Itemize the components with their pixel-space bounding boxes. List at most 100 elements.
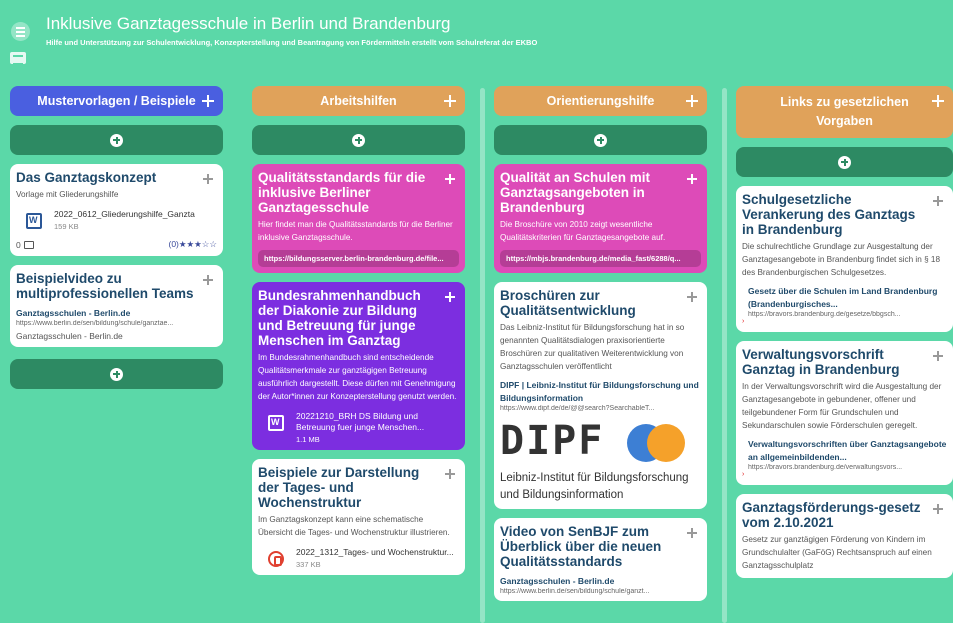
move-icon[interactable] [687, 174, 697, 184]
column-header[interactable]: Links zu gesetzlichen Vorgaben [736, 86, 953, 138]
logo-circle-orange [647, 424, 685, 462]
post-description: Im Ganztagskonzept kann eine schematisch… [258, 515, 450, 537]
board-layout-icon[interactable] [10, 52, 26, 65]
word-file-icon [268, 415, 284, 431]
pdf-file-icon [268, 551, 284, 567]
post-description: Das Leibniz-Institut für Bildungsforschu… [500, 323, 685, 371]
broken-image-icon: › [742, 318, 745, 325]
column-arbeitshilfen: Arbeitshilfen Qualitätsstandards für die… [252, 86, 465, 623]
move-icon[interactable] [445, 469, 455, 479]
post-card[interactable]: Qualität an Schulen mit Ganztagsangebote… [494, 164, 707, 273]
move-icon[interactable] [445, 292, 455, 302]
post-description: In der Verwaltungsvorschrift wird die Au… [742, 382, 942, 430]
add-post-button[interactable] [10, 125, 223, 155]
post-title: Verwaltungsvorschrift Ganztag in Branden… [742, 347, 900, 377]
attachment[interactable]: 2022_1312_Tages- und Wochenstruktur... 3… [258, 547, 459, 569]
board-header: Inklusive Ganztagesschule in Berlin und … [0, 0, 953, 80]
attachment-size: 1.1 MB [296, 435, 320, 444]
logo-subtitle: Leibniz-Institut für Bildungsforschung u… [500, 472, 689, 501]
post-title: Beispiele zur Darstellung der Tages- und… [258, 465, 420, 510]
broken-image[interactable]: Ganztagsschulen - Berlin.de [16, 331, 217, 341]
post-title: Bundesrahmenhandbuch der Diakonie zur Bi… [258, 288, 421, 348]
scrollbar[interactable] [480, 88, 485, 623]
post-footer: 0 (0)★★★☆☆ [16, 239, 217, 250]
attachment-size: 337 KB [296, 560, 321, 569]
link-title[interactable]: Verwaltungsvorschriften über Ganztagsang… [742, 438, 947, 464]
post-card[interactable]: Schulgesetzliche Verankerung des Ganztag… [736, 186, 953, 332]
link-url[interactable]: https://www.berlin.de/sen/bildung/schule… [500, 588, 701, 595]
move-icon[interactable] [932, 95, 944, 107]
plus-icon [352, 133, 365, 147]
board-subtitle: Hilfe und Unterstützung zur Schulentwick… [46, 38, 538, 47]
add-post-button[interactable] [494, 125, 707, 155]
post-card[interactable]: Beispielvideo zu multiprofessionellen Te… [10, 265, 223, 347]
dipf-logo[interactable]: DIPF Leibniz-Institut für Bildungsforsch… [500, 418, 701, 503]
post-description: Die schulrechtliche Grundlage zur Ausges… [742, 242, 941, 277]
post-card[interactable]: Bundesrahmenhandbuch der Diakonie zur Bi… [252, 282, 465, 450]
star-rating[interactable]: (0)★★★☆☆ [169, 239, 218, 250]
attachment[interactable]: 20221210_BRH DS Bildung und Betreuung fu… [258, 411, 459, 444]
link-title[interactable]: Ganztagsschulen - Berlin.de [16, 307, 217, 320]
post-card[interactable]: Verwaltungsvorschrift Ganztag in Branden… [736, 341, 953, 485]
board-title: Inklusive Ganztagesschule in Berlin und … [46, 14, 451, 33]
scrollbar[interactable] [722, 88, 727, 623]
post-card[interactable]: Video von SenBJF zum Überblick über die … [494, 518, 707, 601]
comment-icon [23, 240, 34, 249]
post-title: Ganztagsförderungs-gesetz vom 2.10.2021 [742, 500, 921, 530]
attachment-size: 159 KB [54, 222, 79, 231]
attachment-name: 2022_0612_Gliederungshilfe_Ganzta [54, 209, 195, 219]
move-icon[interactable] [203, 174, 213, 184]
move-icon[interactable] [933, 196, 943, 206]
move-icon[interactable] [687, 528, 697, 538]
move-icon[interactable] [445, 174, 455, 184]
post-title: Beispielvideo zu multiprofessionellen Te… [16, 271, 194, 301]
post-title: Qualitätsstandards für die inklusive Ber… [258, 170, 426, 215]
attachment[interactable]: 2022_0612_Gliederungshilfe_Ganzta 159 KB [16, 209, 217, 231]
post-card[interactable]: Beispiele zur Darstellung der Tages- und… [252, 459, 465, 575]
add-post-button[interactable] [10, 359, 223, 389]
move-icon[interactable] [444, 95, 456, 107]
menu-icon[interactable] [11, 22, 30, 41]
plus-icon [594, 133, 607, 147]
link-url[interactable]: https://bravors.brandenburg.de/verwaltun… [742, 464, 947, 471]
broken-image-icon: › [742, 471, 745, 478]
comment-count: 0 [16, 239, 21, 250]
post-card[interactable]: Qualitätsstandards für die inklusive Ber… [252, 164, 465, 273]
link-url[interactable]: https://www.dipf.de/de/@@search?Searchab… [500, 405, 701, 412]
post-card[interactable]: Ganztagsförderungs-gesetz vom 2.10.2021 … [736, 494, 953, 578]
column-gesetzliche-vorgaben: Links zu gesetzlichen Vorgaben Schulgese… [736, 86, 953, 623]
post-description: Hier findet man die Qualitätsstandards f… [258, 220, 453, 242]
link-title[interactable]: DIPF | Leibniz-Institut für Bildungsfors… [500, 379, 701, 405]
plus-icon [838, 155, 851, 169]
post-card[interactable]: Broschüren zur Qualitätsentwicklung Das … [494, 282, 707, 509]
move-icon[interactable] [687, 292, 697, 302]
link-title[interactable]: Ganztagsschulen - Berlin.de [500, 575, 701, 588]
move-icon[interactable] [686, 95, 698, 107]
column-header[interactable]: Orientierungshilfe [494, 86, 707, 116]
post-title: Das Ganztagskonzept [16, 170, 157, 185]
move-icon[interactable] [203, 275, 213, 285]
post-description: Die Broschüre von 2010 zeigt wesentliche… [500, 220, 666, 242]
post-description: Vorlage mit Gliederungshilfe [16, 190, 119, 199]
add-post-button[interactable] [736, 147, 953, 177]
attachment-name: 2022_1312_Tages- und Wochenstruktur... [296, 547, 454, 557]
word-file-icon [26, 213, 42, 229]
link-url[interactable]: https://bildungsserver.berlin-brandenbur… [258, 250, 459, 267]
link-url[interactable]: https://www.berlin.de/sen/bildung/schule… [16, 320, 217, 327]
move-icon[interactable] [202, 95, 214, 107]
move-icon[interactable] [933, 504, 943, 514]
column-title: Arbeitshilfen [320, 93, 397, 108]
post-description: Gesetz zur ganztägigen Förderung von Kin… [742, 535, 932, 570]
column-title: Mustervorlagen / Beispiele [37, 93, 196, 108]
column-header[interactable]: Mustervorlagen / Beispiele [10, 86, 223, 116]
link-url[interactable]: https://mbjs.brandenburg.de/media_fast/6… [500, 250, 701, 267]
add-post-button[interactable] [252, 125, 465, 155]
column-header[interactable]: Arbeitshilfen [252, 86, 465, 116]
link-url[interactable]: https://bravors.brandenburg.de/gesetze/b… [742, 311, 947, 318]
post-title: Broschüren zur Qualitätsentwicklung [500, 288, 636, 318]
post-card[interactable]: Das Ganztagskonzept Vorlage mit Gliederu… [10, 164, 223, 256]
post-title: Video von SenBJF zum Überblick über die … [500, 524, 662, 569]
comment-button[interactable]: 0 [16, 240, 34, 250]
move-icon[interactable] [933, 351, 943, 361]
link-title[interactable]: Gesetz über die Schulen im Land Brandenb… [742, 285, 947, 311]
